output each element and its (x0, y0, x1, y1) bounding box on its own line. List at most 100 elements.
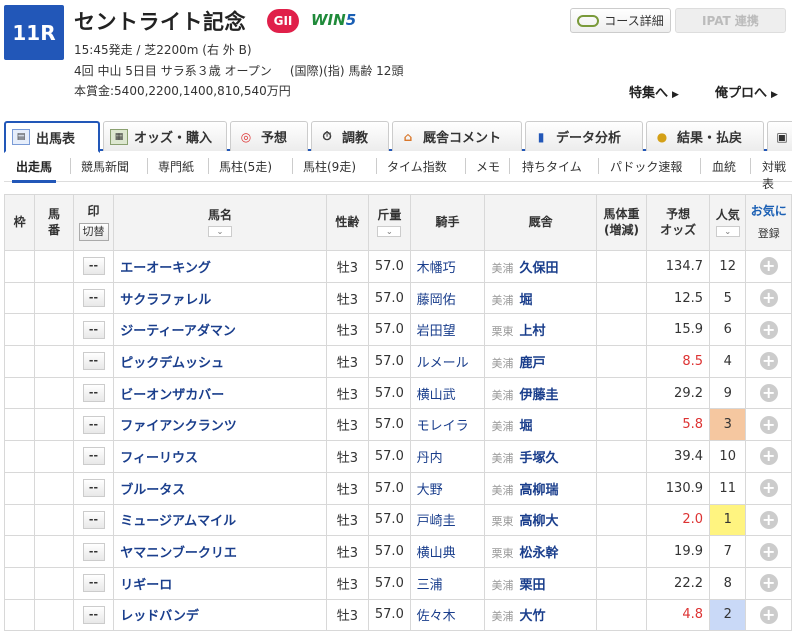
horse-name[interactable]: レッドバンデ (113, 598, 327, 632)
subtab-paddock[interactable]: パドック速報 (608, 158, 684, 175)
horse-kinryo: 57.0 (368, 440, 411, 473)
sort-down-icon[interactable]: ⌄ (207, 225, 232, 237)
mark-select[interactable]: -- (82, 542, 105, 561)
jockey-name[interactable]: 戸崎圭 (409, 503, 486, 537)
add-favorite-icon[interactable]: + (759, 447, 778, 466)
subtab-time-index[interactable]: タイム指数 (385, 158, 449, 175)
mark-select[interactable]: -- (82, 289, 105, 308)
add-favorite-icon[interactable]: + (759, 542, 778, 561)
jockey-name[interactable]: 横山典 (409, 535, 486, 568)
trainer-name[interactable]: 堀 (519, 419, 532, 434)
jockey-name[interactable]: モレイラ (409, 408, 486, 442)
horse-name[interactable]: ピックデムッシュ (113, 345, 327, 378)
horse-name[interactable]: ヤマニンブークリエ (113, 535, 327, 568)
subtab-ketto[interactable]: 血統 (710, 158, 738, 175)
trainer-name[interactable]: 高柳大 (519, 514, 558, 529)
add-favorite-icon[interactable]: + (759, 257, 778, 276)
jockey-name[interactable]: 藤岡佑 (409, 281, 486, 315)
add-favorite-icon[interactable]: + (759, 384, 778, 403)
subtab-memo[interactable]: メモ (474, 158, 502, 175)
subtab-umabashira5[interactable]: 馬柱(5走) (217, 158, 274, 175)
trainer-name[interactable]: 久保田 (519, 261, 558, 276)
trainer-name[interactable]: 上村 (519, 324, 545, 339)
horse-name[interactable]: リギーロ (113, 566, 327, 600)
header-pop[interactable]: 人気 ⌄ (708, 194, 747, 251)
trainer-name[interactable]: 高柳瑞 (519, 483, 558, 498)
tab-shutsuba[interactable]: ▤ 出馬表 (4, 121, 100, 153)
header-umaban: 馬番 (34, 194, 74, 251)
tab-yoso[interactable]: ◎ 予想 (230, 121, 308, 151)
add-favorite-icon[interactable]: + (759, 574, 778, 593)
mark-select[interactable]: -- (82, 605, 105, 624)
trainer-name[interactable]: 手塚久 (519, 451, 558, 466)
add-favorite-icon[interactable]: + (759, 415, 778, 434)
horse-name[interactable]: ブルータス (113, 471, 327, 505)
horse-name[interactable]: フィーリウス (113, 440, 327, 473)
mark-select[interactable]: -- (82, 510, 105, 529)
mark-select[interactable]: -- (82, 415, 105, 434)
add-favorite-icon[interactable]: + (759, 479, 778, 498)
add-favorite-icon[interactable]: + (759, 352, 778, 371)
trainer-name[interactable]: 伊藤圭 (519, 388, 558, 403)
odds-value: 5.8 (646, 408, 710, 442)
mark-select[interactable]: -- (82, 257, 105, 276)
mark-select[interactable]: -- (82, 352, 105, 371)
add-favorite-icon[interactable]: + (759, 289, 778, 308)
horse-name[interactable]: サクラファレル (113, 281, 327, 315)
tab-result[interactable]: ● 結果・払戻 (646, 121, 764, 151)
orepro-link[interactable]: 俺プロへ ▶ (715, 82, 778, 101)
ipat-link-button[interactable]: IPAT 連携 (675, 8, 786, 33)
jockey-name[interactable]: 三浦 (409, 566, 486, 600)
jockey-name[interactable]: ルメール (409, 345, 486, 378)
mark-select[interactable]: -- (82, 479, 105, 498)
trainer-name[interactable]: 栗田 (519, 578, 545, 593)
table-row: -- ファイアンクランツ 牡3 57.0 モレイラ 美浦堀 5.8 3 + (3, 408, 792, 442)
tab-chokyo[interactable]: ⏱ 調教 (311, 121, 389, 151)
waku-cell (3, 408, 36, 442)
mark-select[interactable]: -- (82, 384, 105, 403)
add-favorite-icon[interactable]: + (759, 320, 778, 339)
horse-name[interactable]: ビーオンザカバー (113, 376, 327, 410)
tab-more[interactable]: ▣ (767, 121, 792, 151)
mark-select[interactable]: -- (82, 447, 105, 466)
subtab-shussoba[interactable]: 出走馬 (11, 158, 57, 183)
trainer-name[interactable]: 大竹 (519, 609, 545, 624)
mark-switch-button[interactable]: 切替 (78, 222, 109, 241)
jockey-name[interactable]: 丹内 (409, 440, 486, 473)
trainer-name[interactable]: 堀 (519, 293, 532, 308)
tab-comment[interactable]: ⌂ 厩舎コメント (392, 121, 522, 151)
tokushu-link[interactable]: 特集へ ▶ (629, 82, 679, 101)
win5-logo[interactable]: WIN5 (311, 11, 356, 29)
horse-name[interactable]: ミュージアムマイル (113, 503, 327, 537)
jockey-name[interactable]: 岩田望 (409, 313, 486, 347)
mark-select[interactable]: -- (82, 320, 105, 339)
horse-name[interactable]: ファイアンクランツ (113, 408, 327, 442)
subtab-umabashira9[interactable]: 馬柱(9走) (301, 158, 358, 175)
jockey-name[interactable]: 大野 (409, 471, 486, 505)
trainer-name[interactable]: 松永幹 (519, 546, 558, 561)
weight-cell (595, 440, 648, 473)
jockey-name[interactable]: 佐々木 (409, 598, 486, 632)
horse-name[interactable]: ジーティーアダマン (113, 313, 327, 347)
subtab-taisen[interactable]: 対戦表 (760, 158, 792, 192)
popularity-value: 12 (708, 250, 747, 283)
add-favorite-icon[interactable]: + (759, 510, 778, 529)
sort-down-icon[interactable]: ⌄ (377, 225, 402, 237)
tab-odds[interactable]: ▦ オッズ・購入 (103, 121, 227, 151)
header-kin[interactable]: 斤量 ⌄ (368, 194, 411, 251)
horse-name[interactable]: エーオーキング (113, 250, 327, 283)
trainer-name[interactable]: 鹿戸 (519, 356, 545, 371)
mark-select[interactable]: -- (82, 574, 105, 593)
header-name[interactable]: 馬名 ⌄ (113, 194, 327, 251)
odds-value: 134.7 (646, 250, 710, 283)
course-detail-button[interactable]: コース詳細 (570, 8, 671, 33)
header-umaban-1: 馬 (48, 206, 61, 221)
jockey-name[interactable]: 木幡巧 (409, 250, 486, 283)
tab-data[interactable]: ▮ データ分析 (525, 121, 643, 151)
sort-down-icon[interactable]: ⌄ (715, 225, 740, 237)
subtab-mochi-time[interactable]: 持ちタイム (520, 158, 584, 175)
add-favorite-icon[interactable]: + (759, 605, 778, 624)
subtab-senmonshi[interactable]: 専門紙 (156, 158, 196, 175)
subtab-shinbun[interactable]: 競馬新聞 (79, 158, 131, 175)
jockey-name[interactable]: 横山武 (409, 376, 486, 410)
